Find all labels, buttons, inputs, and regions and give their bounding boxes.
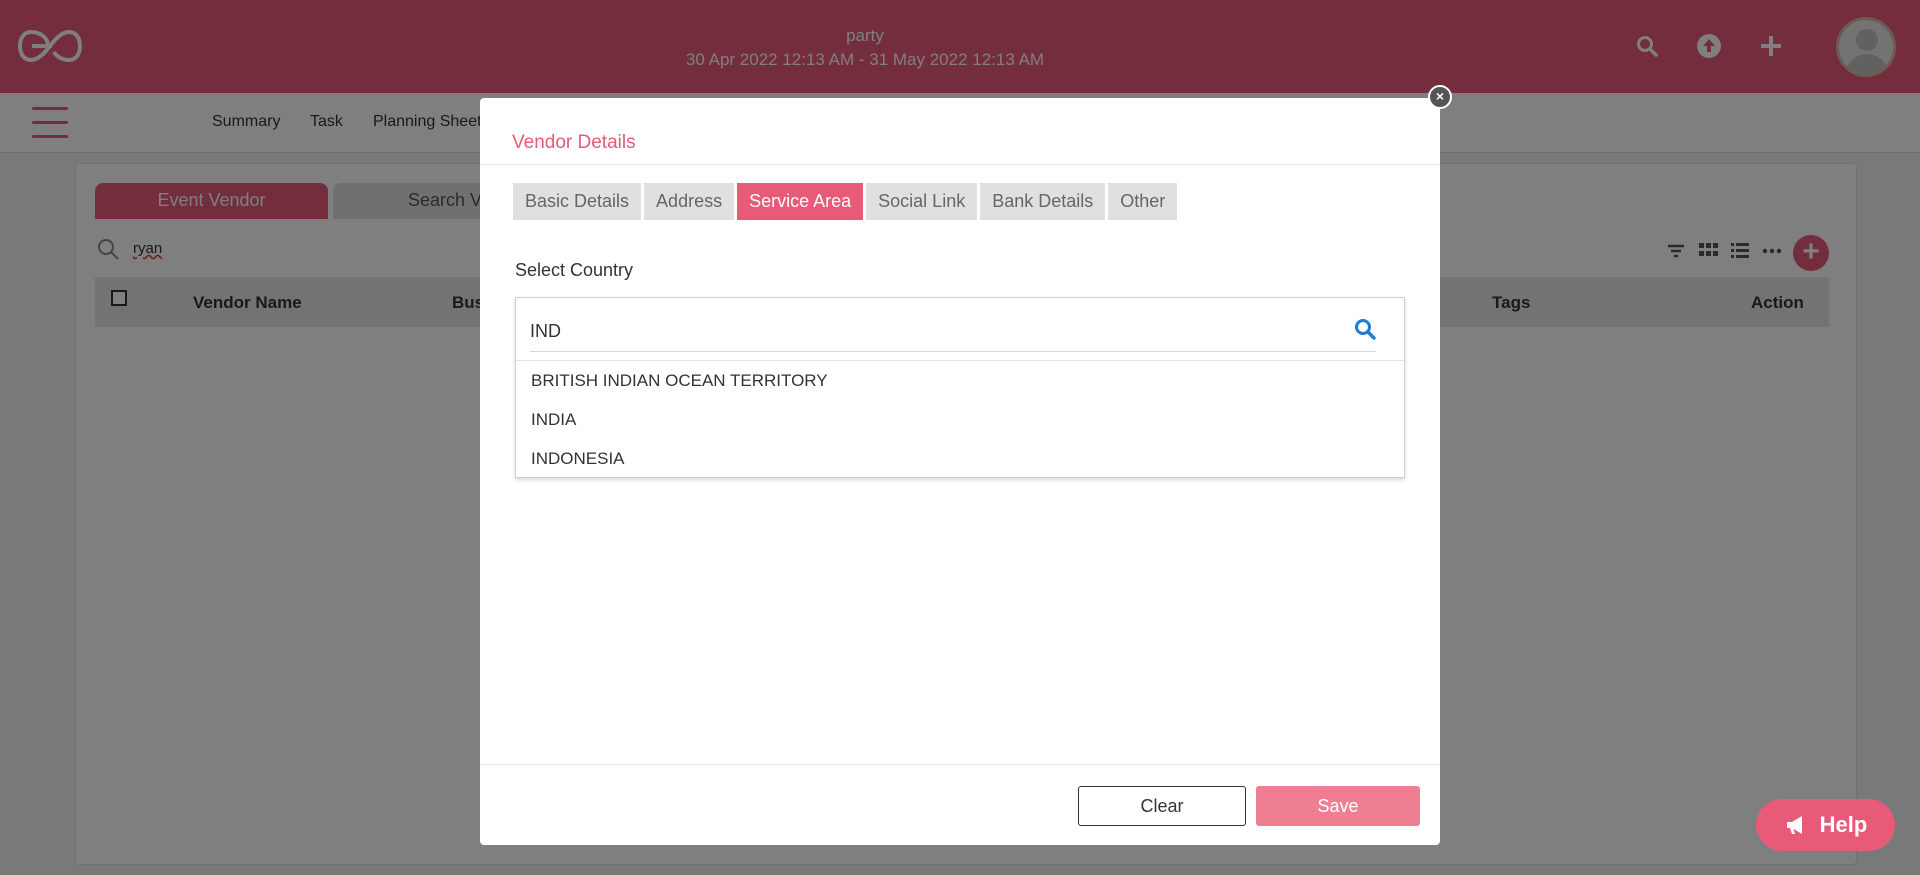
divider bbox=[516, 360, 1404, 361]
divider bbox=[480, 764, 1440, 765]
option-india[interactable]: INDIA bbox=[531, 410, 576, 430]
help-button[interactable]: Help bbox=[1756, 799, 1895, 851]
tab-social-link[interactable]: Social Link bbox=[866, 183, 978, 220]
megaphone-icon bbox=[1786, 816, 1802, 834]
dialog-tabs: Basic Details Address Service Area Socia… bbox=[513, 183, 1178, 220]
vendor-details-dialog: Vendor Details Basic Details Address Ser… bbox=[480, 98, 1440, 845]
search-icon[interactable] bbox=[1353, 317, 1377, 341]
tab-address[interactable]: Address bbox=[644, 183, 735, 220]
select-country-label: Select Country bbox=[515, 260, 634, 280]
country-search-input[interactable] bbox=[530, 312, 1376, 352]
close-icon[interactable]: × bbox=[1428, 85, 1452, 109]
clear-button[interactable]: Clear bbox=[1078, 786, 1246, 826]
tab-service-area[interactable]: Service Area bbox=[737, 183, 864, 220]
help-label: Help bbox=[1819, 812, 1868, 837]
country-select: BRITISH INDIAN OCEAN TERRITORY INDIA IND… bbox=[515, 297, 1405, 478]
tab-other[interactable]: Other bbox=[1108, 183, 1178, 220]
save-button[interactable]: Save bbox=[1256, 786, 1420, 826]
tab-basic-details[interactable]: Basic Details bbox=[513, 183, 642, 220]
divider bbox=[480, 164, 1440, 165]
option-indonesia[interactable]: INDONESIA bbox=[531, 449, 625, 469]
dialog-title: Vendor Details bbox=[512, 132, 636, 153]
tab-bank-details[interactable]: Bank Details bbox=[980, 183, 1106, 220]
option-british-indian-ocean-territory[interactable]: BRITISH INDIAN OCEAN TERRITORY bbox=[531, 371, 828, 391]
